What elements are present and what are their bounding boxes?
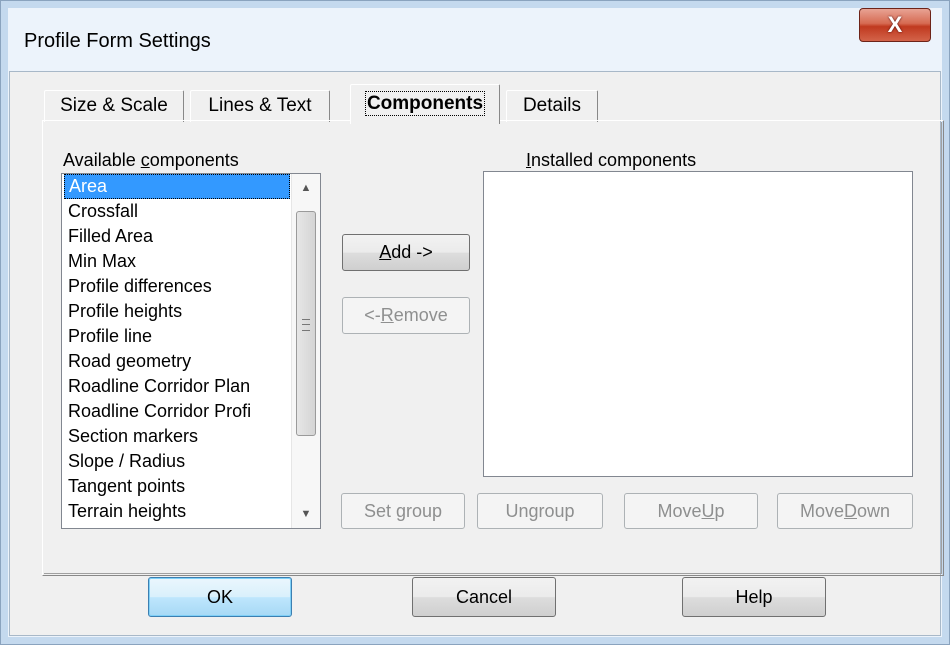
list-item[interactable]: Terrain heights — [62, 499, 292, 524]
tab-size-scale[interactable]: Size & Scale — [44, 90, 184, 122]
list-item[interactable]: Section markers — [62, 424, 292, 449]
list-item[interactable]: Area — [64, 174, 290, 199]
help-button[interactable]: Help — [682, 577, 826, 617]
list-item[interactable]: Tangent points — [62, 474, 292, 499]
tab-details[interactable]: Details — [506, 90, 598, 122]
dialog-client-area: Size & Scale Lines & Text Components Det… — [9, 71, 944, 636]
scroll-thumb[interactable] — [296, 211, 316, 436]
list-item[interactable]: Filled Area — [62, 224, 292, 249]
list-item[interactable]: Min Max — [62, 249, 292, 274]
close-icon: X — [887, 12, 903, 37]
list-item[interactable]: Roadline Corridor Profi — [62, 399, 292, 424]
close-button[interactable]: X — [859, 8, 931, 42]
tab-components[interactable]: Components — [350, 84, 500, 124]
list-item[interactable]: Profile line — [62, 324, 292, 349]
add-button[interactable]: Add -> — [342, 234, 470, 271]
tab-lines-text[interactable]: Lines & Text — [190, 90, 330, 122]
remove-button[interactable]: <- Remove — [342, 297, 470, 334]
dialog-window: Profile Form Settings X Size & Scale Lin… — [0, 0, 950, 645]
components-panel: Available components Area Crossfall Filled… — [42, 120, 944, 576]
available-components-label: Available components — [63, 150, 239, 170]
list-item[interactable]: Roadline Corridor Plan — [62, 374, 292, 399]
available-components-list[interactable]: Area Crossfall Filled Area Min Max Profile d… — [61, 173, 321, 529]
ungroup-button[interactable]: Ungroup — [477, 493, 603, 529]
set-group-button[interactable]: Set group — [341, 493, 465, 529]
cancel-button[interactable]: Cancel — [412, 577, 556, 617]
list-item[interactable]: Slope / Radius — [62, 449, 292, 474]
list-item[interactable]: Crossfall — [62, 199, 292, 224]
scroll-up-arrow-icon[interactable]: ▲ — [292, 174, 320, 202]
ok-button[interactable]: OK — [148, 577, 292, 617]
scroll-down-arrow-icon[interactable]: ▼ — [292, 500, 320, 528]
move-up-button[interactable]: Move Up — [624, 493, 758, 529]
list-item[interactable]: Profile differences — [62, 274, 292, 299]
installed-components-label: Installed components — [526, 150, 697, 170]
list-item[interactable]: Road geometry — [62, 349, 292, 374]
move-down-button[interactable]: Move Down — [777, 493, 913, 529]
dialog-title: Profile Form Settings — [24, 30, 211, 52]
list-item[interactable]: Profile heights — [62, 299, 292, 324]
installed-components-list[interactable] — [483, 171, 913, 477]
list-scrollbar[interactable]: ▲ ▼ — [291, 174, 320, 528]
